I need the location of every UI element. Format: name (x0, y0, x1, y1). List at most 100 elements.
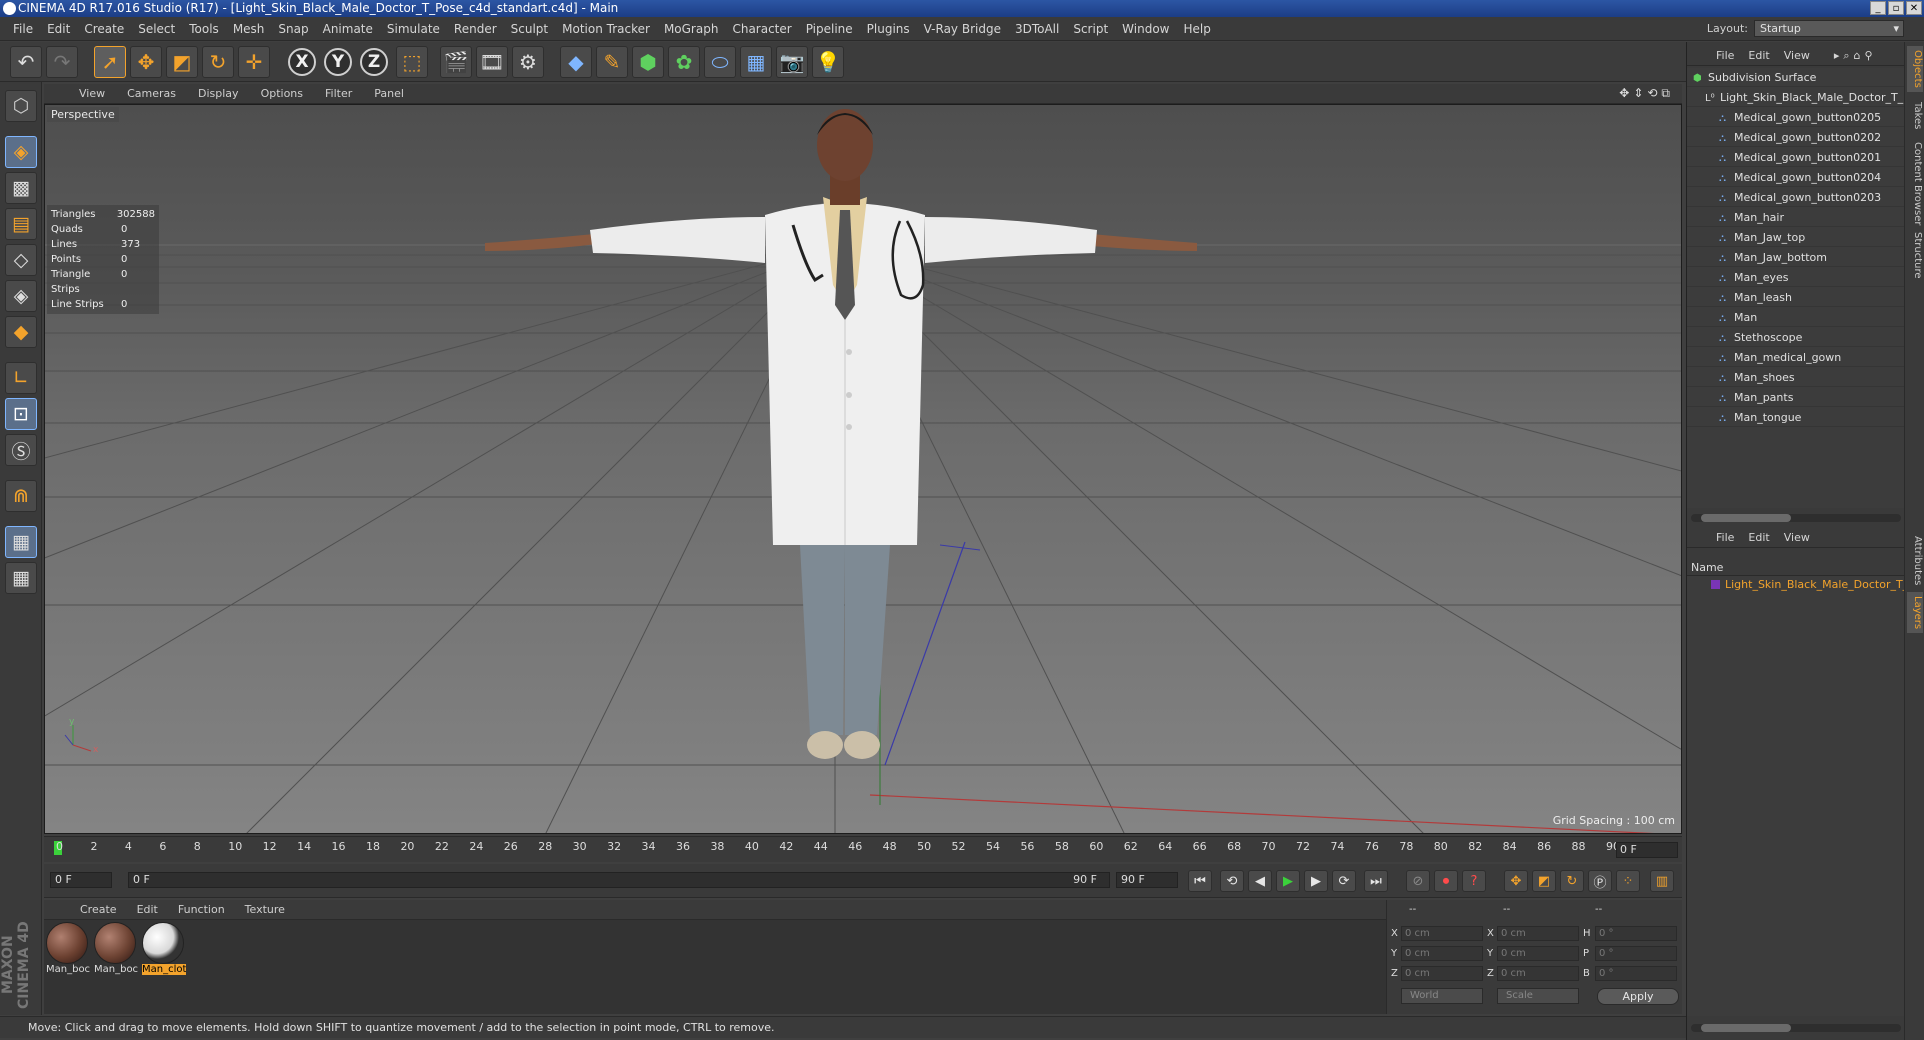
layer-name-column-header[interactable]: Name (1687, 560, 1905, 576)
undo-icon[interactable]: ↶ (10, 46, 42, 78)
menu-render[interactable]: Render (447, 17, 504, 41)
tab-attributes[interactable]: Attributes (1907, 532, 1923, 589)
tree-item-object[interactable]: ⛬ Medical_gown_button0204 (1687, 168, 1905, 187)
position-x-field[interactable]: 0 cm (1401, 926, 1483, 941)
layer-menu-edit[interactable]: Edit (1741, 531, 1776, 544)
menu-plugins[interactable]: Plugins (860, 17, 917, 41)
position-z-field[interactable]: 0 cm (1401, 966, 1483, 981)
layer-menu-file[interactable]: File (1709, 531, 1741, 544)
floor-environment-icon[interactable]: ▦ (740, 46, 772, 78)
z-axis-lock-icon[interactable]: Z (360, 48, 388, 76)
play-forward-icon[interactable]: ▶ (1276, 870, 1300, 892)
rotation-p-field[interactable]: 0 ° (1595, 946, 1677, 961)
material-menu-edit[interactable]: Edit (127, 903, 168, 916)
size-x-field[interactable]: 0 cm (1497, 926, 1579, 941)
tree-item-object[interactable]: ⛬ Medical_gown_button0201 (1687, 148, 1905, 167)
viewport-menu-cameras[interactable]: Cameras (116, 87, 187, 100)
key-pla-icon[interactable]: ⁘ (1616, 870, 1640, 892)
tree-item-object[interactable]: ⛬ Medical_gown_button0203 (1687, 188, 1905, 207)
camera-icon[interactable]: 📷 (776, 46, 808, 78)
tree-item-object[interactable]: ⛬ Medical_gown_button0205 (1687, 108, 1905, 127)
tab-content-browser[interactable]: Content Browser (1907, 138, 1923, 229)
coordinate-space-dropdown[interactable]: World (1401, 988, 1483, 1004)
size-y-field[interactable]: 0 cm (1497, 946, 1579, 961)
magnet-icon[interactable]: ⋒ (5, 480, 37, 512)
menu-mograph[interactable]: MoGraph (657, 17, 726, 41)
maximize-button[interactable]: ▫ (1888, 1, 1904, 15)
workplane-lock-icon[interactable]: ▦ (5, 526, 37, 558)
menu-create[interactable]: Create (77, 17, 131, 41)
workplane-mode-icon[interactable]: ▤ (5, 208, 37, 240)
render-picture-viewer-icon[interactable]: 🎞 (476, 46, 508, 78)
size-z-field[interactable]: 0 cm (1497, 966, 1579, 981)
tab-takes[interactable]: Takes (1907, 98, 1923, 133)
cube-primitive-icon[interactable]: ◆ (560, 46, 592, 78)
menu-animate[interactable]: Animate (316, 17, 380, 41)
close-button[interactable]: ✕ (1906, 1, 1922, 15)
viewport-menu-filter[interactable]: Filter (314, 87, 363, 100)
menu-file[interactable]: File (6, 17, 40, 41)
render-view-icon[interactable]: 🎬 (440, 46, 472, 78)
menu-motion-tracker[interactable]: Motion Tracker (555, 17, 657, 41)
menu-mesh[interactable]: Mesh (226, 17, 272, 41)
layer-row[interactable]: Light_Skin_Black_Male_Doctor_T_Po (1687, 576, 1905, 594)
menu-sculpt[interactable]: Sculpt (504, 17, 555, 41)
redo-icon[interactable]: ↷ (46, 46, 78, 78)
end-frame-field[interactable]: 90 F (1116, 872, 1178, 888)
tree-item-object[interactable]: ⛬ Man_eyes (1687, 268, 1905, 287)
make-editable-icon[interactable]: ⬡ (5, 90, 37, 122)
minimize-button[interactable]: _ (1870, 1, 1886, 15)
light-icon[interactable]: 💡 (812, 46, 844, 78)
tree-item-subdivision-surface[interactable]: ⬢ Subdivision Surface (1687, 68, 1905, 87)
menu-window[interactable]: Window (1115, 17, 1176, 41)
menu-snap[interactable]: Snap (271, 17, 315, 41)
tree-item-object[interactable]: ⛬ Man_leash (1687, 288, 1905, 307)
menu-select[interactable]: Select (131, 17, 182, 41)
layer-list-scrollbar[interactable] (1691, 1024, 1901, 1032)
snapping-icon[interactable]: Ⓢ (5, 434, 37, 466)
perspective-viewport[interactable]: Perspective y x Triangles 302588 Quads 0 L… (44, 104, 1682, 834)
next-key-icon[interactable]: ⟳ (1332, 870, 1356, 892)
previous-key-icon[interactable]: ⟲ (1220, 870, 1244, 892)
live-selection-icon[interactable]: ➚ (94, 46, 126, 78)
object-manager-tool-icons[interactable]: ▸⌕⌂⚲ (1827, 49, 1884, 63)
layout-dropdown[interactable]: Startup (1754, 20, 1904, 37)
model-mode-icon[interactable]: ◈ (5, 136, 37, 168)
viewport-menu-display[interactable]: Display (187, 87, 250, 100)
tab-structure[interactable]: Structure (1907, 228, 1923, 283)
tab-layers[interactable]: Layers (1907, 592, 1923, 634)
next-frame-icon[interactable]: ▶ (1304, 870, 1328, 892)
tree-item-object[interactable]: ⛬ Man_Jaw_top (1687, 228, 1905, 247)
move-icon[interactable]: ✥ (130, 46, 162, 78)
tab-objects[interactable]: Objects (1907, 46, 1923, 92)
texture-mode-icon[interactable]: ▩ (5, 172, 37, 204)
viewport-menu-options[interactable]: Options (250, 87, 314, 100)
tree-item-object[interactable]: ⛬ Man_medical_gown (1687, 348, 1905, 367)
goto-start-icon[interactable]: ⏮ (1188, 870, 1212, 892)
x-axis-lock-icon[interactable]: X (288, 48, 316, 76)
size-mode-dropdown[interactable]: Scale (1497, 988, 1579, 1004)
material-swatch[interactable]: Man_boc (94, 922, 138, 975)
menu-edit[interactable]: Edit (40, 17, 77, 41)
object-menu-file[interactable]: File (1709, 49, 1741, 62)
coordinate-system-icon[interactable]: ⬚ (396, 46, 428, 78)
frame-range-slider[interactable]: 0 F 90 F (128, 872, 1110, 888)
edit-render-settings-icon[interactable]: ⚙ (512, 46, 544, 78)
previous-frame-icon[interactable]: ◀ (1248, 870, 1272, 892)
rotation-b-field[interactable]: 0 ° (1595, 966, 1677, 981)
menu-character[interactable]: Character (725, 17, 798, 41)
rotate-icon[interactable]: ↻ (202, 46, 234, 78)
material-menu-create[interactable]: Create (70, 903, 127, 916)
tree-item-object[interactable]: ⛬ Man_Jaw_bottom (1687, 248, 1905, 267)
menu-help[interactable]: Help (1176, 17, 1217, 41)
menu-simulate[interactable]: Simulate (380, 17, 447, 41)
tree-item-object[interactable]: ⛬ Man_shoes (1687, 368, 1905, 387)
pen-spline-icon[interactable]: ✎ (596, 46, 628, 78)
current-frame-field[interactable]: 0 F (1616, 842, 1678, 858)
points-mode-icon[interactable]: ◇ (5, 244, 37, 276)
rotation-h-field[interactable]: 0 ° (1595, 926, 1677, 941)
viewport-menu-panel[interactable]: Panel (363, 87, 415, 100)
planar-workplane-icon[interactable]: ▦ (5, 562, 37, 594)
tweak-mode-icon[interactable]: ⊡ (5, 398, 37, 430)
menu-vray-bridge[interactable]: V-Ray Bridge (917, 17, 1008, 41)
